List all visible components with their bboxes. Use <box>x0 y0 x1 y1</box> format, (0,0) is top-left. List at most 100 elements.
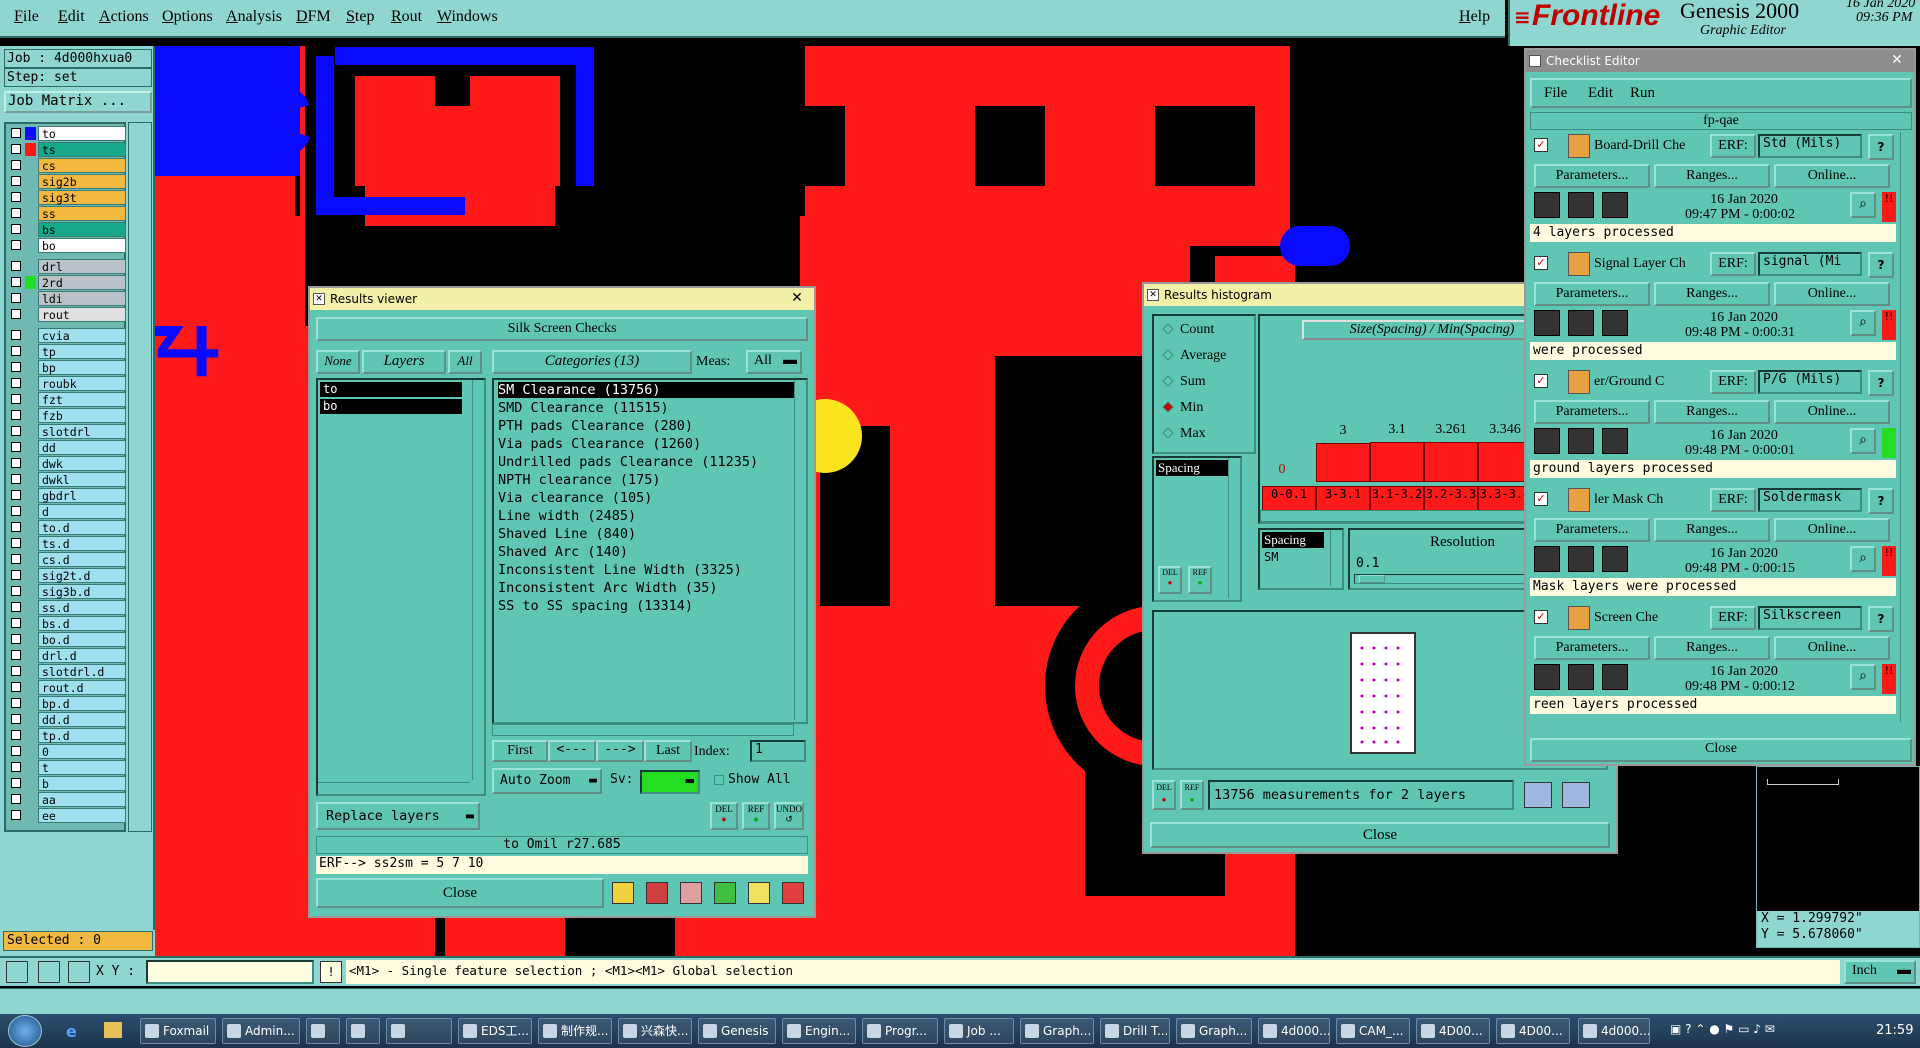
layer-name[interactable]: gbdrl <box>38 488 126 503</box>
taskbar-item[interactable]: Graph... <box>1020 1018 1094 1044</box>
layer-checkbox[interactable] <box>11 426 21 436</box>
preview-del-button[interactable]: DEL ● <box>1152 780 1176 810</box>
prev-button[interactable]: <--- <box>548 740 596 762</box>
taskbar-item[interactable] <box>386 1018 452 1044</box>
start-button[interactable] <box>8 1015 42 1047</box>
layer-row[interactable]: dd.d <box>8 712 126 727</box>
menu-options[interactable]: Options <box>162 8 213 26</box>
erf-value[interactable]: signal (Mi <box>1758 252 1862 276</box>
parameters-button[interactable]: Parameters... <box>1534 400 1650 424</box>
menu-windows[interactable]: Windows <box>437 8 498 26</box>
menu-analysis[interactable]: Analysis <box>226 8 282 26</box>
erf-value[interactable]: Silkscreen <box>1758 606 1862 630</box>
check-action-icon[interactable] <box>1568 488 1590 512</box>
option-max[interactable]: Max <box>1162 426 1206 442</box>
check-action-icon[interactable] <box>1568 134 1590 158</box>
layer-checkbox[interactable] <box>11 746 21 756</box>
layer-row[interactable]: ldi <box>8 291 126 306</box>
layer-row[interactable]: b <box>8 776 126 791</box>
category-item[interactable]: NPTH clearance (175) <box>498 472 661 488</box>
layer-list-scrollbar[interactable] <box>128 122 152 832</box>
last-button[interactable]: Last <box>644 740 692 762</box>
layer-color-swatch[interactable] <box>25 425 36 438</box>
menu-actions[interactable]: Actions <box>99 8 149 26</box>
meas-dropdown[interactable]: All ▬ <box>746 350 802 374</box>
layer-name[interactable]: ts.d <box>38 536 126 551</box>
layer-name[interactable]: t <box>38 760 126 775</box>
layer-color-swatch[interactable] <box>25 159 36 172</box>
layer-color-swatch[interactable] <box>25 409 36 422</box>
layer-color-swatch[interactable] <box>25 649 36 662</box>
layer-name[interactable]: ts <box>38 142 126 157</box>
layer-color-swatch[interactable] <box>25 809 36 822</box>
run-icon[interactable] <box>1534 428 1560 454</box>
help-icon[interactable]: ? <box>1868 134 1894 160</box>
layer-name[interactable]: sig3b.d <box>38 584 126 599</box>
category-item[interactable]: Inconsistent Line Width (3325) <box>498 562 742 578</box>
layer-row[interactable]: roubk <box>8 376 126 391</box>
show-all-checkbox[interactable] <box>714 775 724 785</box>
check-name[interactable]: Screen Che <box>1594 610 1708 626</box>
layer-color-swatch[interactable] <box>25 393 36 406</box>
menu-dfm[interactable]: DFM <box>296 8 331 26</box>
item-checkbox[interactable]: ✓ <box>1534 138 1548 152</box>
results-viewer-titlebar[interactable]: ✕ Results viewer ✕ <box>310 288 814 310</box>
zoom-icon[interactable]: ⌕ <box>1850 664 1876 690</box>
layer-row[interactable]: bs <box>8 222 126 237</box>
layer-color-swatch[interactable] <box>25 223 36 236</box>
online-button[interactable]: Online... <box>1774 282 1890 306</box>
run-icon[interactable] <box>1534 310 1560 336</box>
export-icon[interactable] <box>714 882 736 904</box>
remove-result-icon[interactable] <box>680 882 702 904</box>
zoom-icon[interactable]: ⌕ <box>1850 310 1876 336</box>
layer-color-swatch[interactable] <box>25 521 36 534</box>
layer-color-swatch[interactable] <box>25 127 36 140</box>
layer-row[interactable]: bo.d <box>8 632 126 647</box>
layer-checkbox[interactable] <box>11 570 21 580</box>
layer-color-swatch[interactable] <box>25 276 36 289</box>
layer-name[interactable]: sig2t.d <box>38 568 126 583</box>
zoom-icon[interactable]: ⌕ <box>1850 428 1876 454</box>
layer-name[interactable]: tp <box>38 344 126 359</box>
taskbar-item[interactable]: 4D00... <box>1496 1018 1570 1044</box>
categories-button[interactable]: Categories (13) <box>492 350 692 374</box>
zoom-icon[interactable]: ⌕ <box>1850 192 1876 218</box>
spacing-label[interactable]: Spacing <box>1262 532 1324 548</box>
layer-row[interactable]: aa <box>8 792 126 807</box>
layer-name[interactable]: 2rd <box>38 275 126 290</box>
taskbar-item[interactable] <box>306 1018 340 1044</box>
online-button[interactable]: Online... <box>1774 164 1890 188</box>
layer-row[interactable]: ss <box>8 206 126 221</box>
layer-color-swatch[interactable] <box>25 377 36 390</box>
layer-checkbox[interactable] <box>11 394 21 404</box>
ranges-button[interactable]: Ranges... <box>1654 282 1770 306</box>
category-item[interactable]: Via pads Clearance (1260) <box>498 436 701 452</box>
measure-tool-icon[interactable] <box>612 882 634 904</box>
layer-color-swatch[interactable] <box>25 207 36 220</box>
layer-checkbox[interactable] <box>11 538 21 548</box>
layers-tab-button[interactable]: Layers <box>362 350 446 374</box>
item-checkbox[interactable]: ✓ <box>1534 610 1548 624</box>
taskbar-item[interactable]: EDS工... <box>458 1018 532 1044</box>
check-name[interactable]: ler Mask Ch <box>1594 492 1708 508</box>
layer-color-swatch[interactable] <box>25 697 36 710</box>
del-button[interactable]: DEL ● <box>710 802 738 830</box>
first-button[interactable]: First <box>492 740 548 762</box>
erf-button[interactable]: ERF: <box>1710 252 1756 276</box>
option-min[interactable]: Min <box>1162 400 1203 416</box>
erf-button[interactable]: ERF: <box>1710 134 1756 158</box>
ranges-button[interactable]: Ranges... <box>1654 518 1770 542</box>
ie-icon[interactable]: e <box>66 1022 84 1041</box>
layer-row[interactable]: sig3t <box>8 190 126 205</box>
run-icon[interactable] <box>1568 428 1594 454</box>
histogram-bar[interactable] <box>1370 442 1424 482</box>
category-item[interactable]: Shaved Arc (140) <box>498 544 628 560</box>
select-tool-icon[interactable] <box>6 961 28 983</box>
layer-checkbox[interactable] <box>11 650 21 660</box>
layer-color-swatch[interactable] <box>25 761 36 774</box>
layer-color-swatch[interactable] <box>25 457 36 470</box>
ranges-button[interactable]: Ranges... <box>1654 400 1770 424</box>
category-item[interactable]: Inconsistent Arc Width (35) <box>498 580 717 596</box>
preview-ref-button[interactable]: REF ● <box>1180 780 1204 810</box>
taskbar-item[interactable]: 兴森快... <box>618 1018 692 1044</box>
